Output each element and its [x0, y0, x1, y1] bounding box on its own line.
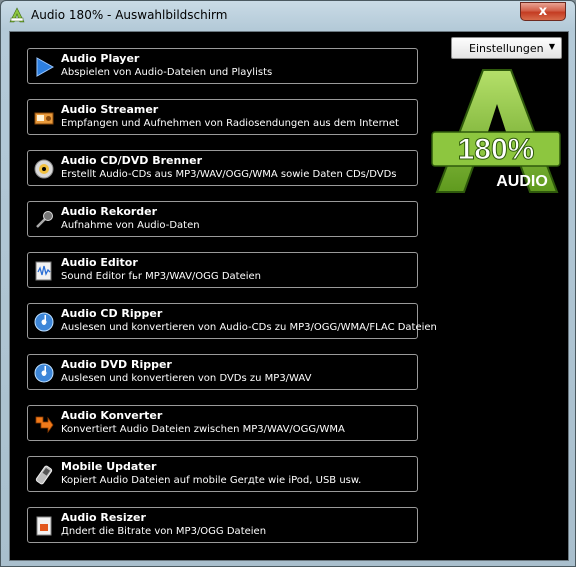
play-icon: [36, 57, 54, 77]
app-window: Audio 180% - Auswahlbildschirm x Einstel…: [0, 0, 576, 567]
cd-music-icon: [34, 312, 54, 332]
radio-icon: [34, 112, 54, 125]
resize-file-icon: [36, 516, 52, 536]
app-logo-icon: [9, 7, 25, 23]
logo-percent-text: 180%: [458, 133, 535, 166]
item-title: Audio CD/DVD Brenner: [61, 154, 203, 167]
item-cd-dvd-burner[interactable]: Audio CD/DVD Brenner Erstellt Audio-CDs …: [27, 150, 418, 186]
item-title: Audio Rekorder: [61, 205, 158, 218]
item-audio-recorder[interactable]: Audio Rekorder Aufnahme von Audio-Daten: [27, 201, 418, 237]
disc-icon: [34, 159, 54, 179]
microphone-icon: [36, 211, 53, 228]
item-audio-resizer[interactable]: Audio Resizer Дndert die Bitrate von MP3…: [27, 507, 418, 543]
item-title: Audio Streamer: [61, 103, 159, 116]
item-title: Mobile Updater: [61, 460, 157, 473]
item-description: Kopiert Audio Dateien auf mobile Gerдte …: [61, 475, 362, 486]
item-description: Erstellt Audio-CDs aus MP3/WAV/OGG/WMA s…: [61, 169, 397, 180]
item-title: Audio CD Ripper: [61, 307, 163, 320]
item-description: Abspielen von Audio-Dateien und Playlist…: [61, 67, 273, 78]
editor-icon: [35, 261, 52, 281]
close-button[interactable]: x: [520, 2, 566, 21]
item-audio-dvd-ripper[interactable]: Audio DVD Ripper Auslesen und konvertier…: [27, 354, 418, 390]
item-audio-editor[interactable]: Audio Editor Sound Editor fьr MP3/WAV/OG…: [27, 252, 418, 288]
settings-label: Einstellungen: [469, 42, 544, 55]
convert-arrow-icon: [35, 416, 54, 434]
dvd-music-icon: [34, 363, 54, 383]
item-description: Auslesen und konvertieren von Audio-CDs …: [61, 322, 437, 333]
item-title: Audio Editor: [61, 256, 138, 269]
item-description: Empfangen und Aufnehmen von Radiosendung…: [61, 118, 399, 129]
audio-180-logo: 180% AUDIO: [431, 69, 561, 193]
item-description: Aufnahme von Audio-Daten: [61, 220, 200, 231]
item-title: Audio Player: [61, 52, 140, 65]
item-description: Дndert die Bitrate von MP3/OGG Dateien: [61, 526, 267, 537]
item-audio-streamer[interactable]: Audio Streamer Empfangen und Aufnehmen v…: [27, 99, 418, 135]
item-description: Auslesen und konvertieren von DVDs zu MP…: [61, 373, 312, 384]
item-audio-player[interactable]: Audio Player Abspielen von Audio-Dateien…: [27, 48, 418, 84]
close-icon: x: [538, 4, 548, 19]
item-mobile-updater[interactable]: Mobile Updater Kopiert Audio Dateien auf…: [27, 456, 418, 492]
title-bar[interactable]: Audio 180% - Auswahlbildschirm x: [1, 1, 575, 31]
logo-word: AUDIO: [496, 173, 548, 190]
window-title: Audio 180% - Auswahlbildschirm: [31, 8, 228, 22]
item-title: Audio DVD Ripper: [61, 358, 172, 371]
item-title: Audio Konverter: [61, 409, 163, 422]
item-description: Konvertiert Audio Dateien zwischen MP3/W…: [61, 424, 345, 435]
chevron-down-icon: ▼: [548, 42, 555, 51]
item-title: Audio Resizer: [61, 511, 146, 524]
item-audio-converter[interactable]: Audio Konverter Konvertiert Audio Dateie…: [27, 405, 418, 441]
mobile-device-icon: [35, 465, 53, 485]
item-audio-cd-ripper[interactable]: Audio CD Ripper Auslesen und konvertiere…: [27, 303, 437, 339]
settings-dropdown[interactable]: Einstellungen ▼: [451, 37, 562, 59]
item-description: Sound Editor fьr MP3/WAV/OGG Dateien: [61, 271, 262, 282]
main-panel: Einstellungen ▼ 180% AUDIO Audio Player …: [9, 31, 569, 561]
